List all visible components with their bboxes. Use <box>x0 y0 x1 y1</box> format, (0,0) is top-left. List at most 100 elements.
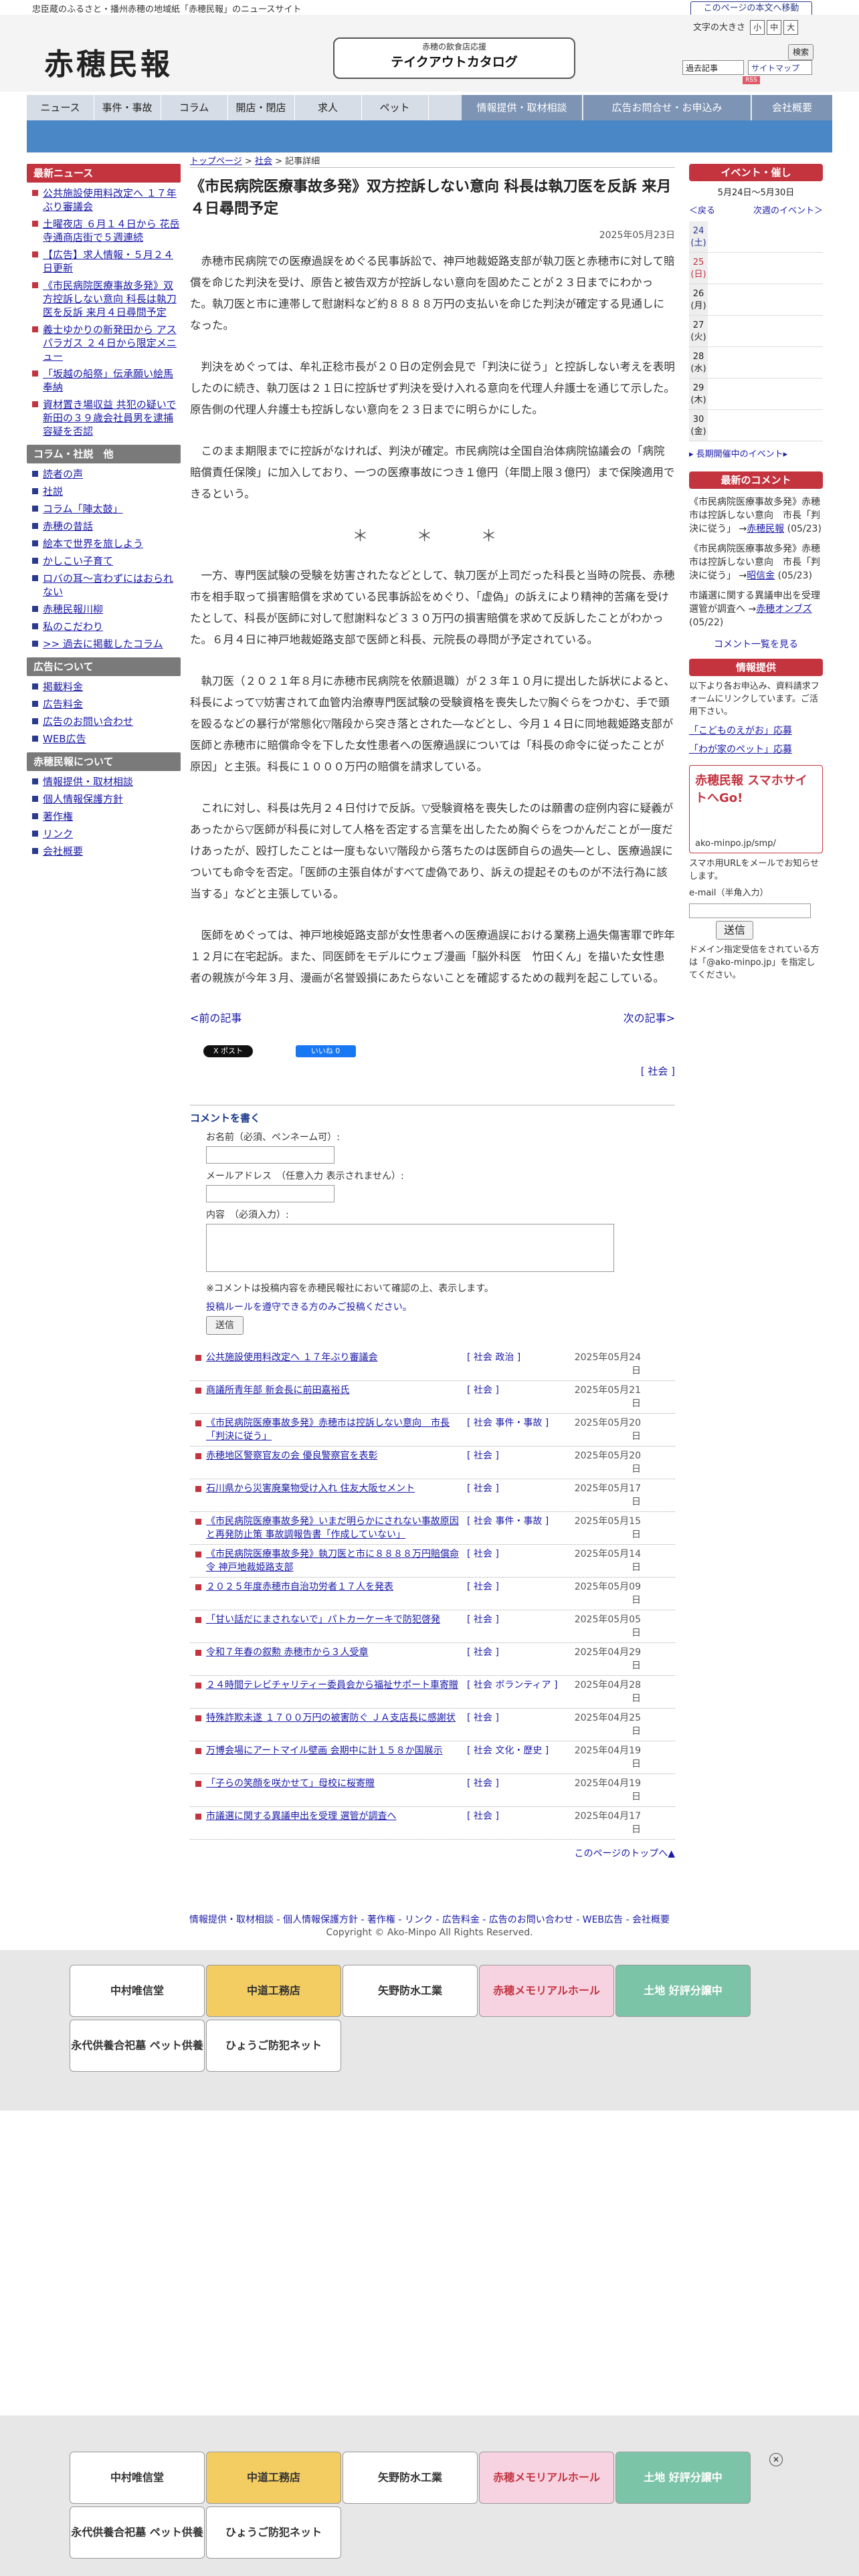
column-item[interactable]: 赤穂の昔話 <box>27 520 181 533</box>
related-title[interactable]: 市議選に関する異議申出を受理 選管が調査へ <box>206 1810 467 1823</box>
related-category[interactable]: [ 社会 ] <box>467 1547 574 1561</box>
nav-openings[interactable]: 開店・閉店 <box>227 95 295 120</box>
close-icon[interactable]: ✕ <box>769 2453 783 2466</box>
calendar-day[interactable]: 25 (日) <box>689 253 823 284</box>
x-post-button[interactable]: X ポスト <box>203 1045 253 1057</box>
ad-banner[interactable]: 矢野防水工業 <box>343 1965 478 2017</box>
related-category[interactable]: [ 社会 ] <box>467 1646 574 1659</box>
nav-tips[interactable]: 情報提供・取材相談 <box>462 95 583 120</box>
nav-news[interactable]: ニュース <box>27 95 94 120</box>
related-category[interactable]: [ 社会 ] <box>467 1482 574 1495</box>
footer-links[interactable]: 情報提供・取材相談 - 個人情報保護方針 - 著作権 - リンク - 広告料金 … <box>0 1913 859 1926</box>
related-category[interactable]: [ 社会 ボランティア ] <box>467 1679 574 1692</box>
events-prev-link[interactable]: ＜戻る <box>689 206 715 216</box>
related-row[interactable]: 「甘い話だにまされないで」パトカーケーキで防犯啓発[ 社会 ] 2025年05月0… <box>190 1610 675 1643</box>
calendar-day[interactable]: 24 (土) <box>689 221 823 253</box>
column-item[interactable]: コラム「陣太鼓」 <box>27 502 181 516</box>
related-title[interactable]: 特殊詐欺未遂 １７００万円の被害防ぐ ＪＡ支店長に感謝状 <box>206 1711 467 1725</box>
recent-comment[interactable]: 《市民病院医療事故多発》赤穂市は控訴しない意向 市長「判決に従う」 →赤穂民報 … <box>689 496 823 536</box>
calendar-day[interactable]: 26 (月) <box>689 284 823 316</box>
related-row[interactable]: 赤穂地区警察官友の会 優良警察官を表彰[ 社会 ] 2025年05月20日 <box>190 1446 675 1479</box>
comment-submit-button[interactable]: 送信 <box>206 1316 244 1335</box>
related-category[interactable]: [ 社会 ] <box>467 1449 574 1463</box>
related-category[interactable]: [ 社会 ] <box>467 1613 574 1626</box>
ad-banner[interactable]: 中道工務店 <box>206 2452 341 2504</box>
related-row[interactable]: 《市民病院医療事故多発》赤穂市は控訴しない意向 市長「判決に従う」[ 社会 事件… <box>190 1414 675 1446</box>
calendar-day[interactable]: 28 (水) <box>689 347 823 379</box>
site-logo[interactable]: 赤穂民報 <box>44 40 173 83</box>
nav-ads[interactable]: 広告お問合せ・お申込み <box>583 95 751 120</box>
related-title[interactable]: 令和７年春の叙勲 赤穂市から３人受章 <box>206 1646 467 1659</box>
ad-banner[interactable]: 永代供養合祀墓 ペット供養 <box>70 2020 205 2072</box>
search-scope-select[interactable]: 過去記事 <box>682 60 744 75</box>
about-item[interactable]: リンク <box>27 827 181 841</box>
latest-news-item[interactable]: 「坂越の船祭」伝承願い絵馬奉納 <box>27 367 181 394</box>
column-item[interactable]: 私のこだわり <box>27 620 181 633</box>
all-comments-button[interactable]: コメント一覧を見る <box>689 637 823 651</box>
related-row[interactable]: 《市民病院医療事故多発》執刀医と市に８８８８万円賠償命令 神戸地裁姫路支部[ 社… <box>190 1545 675 1578</box>
related-category[interactable]: [ 社会 ] <box>467 1810 574 1823</box>
ad-banner[interactable]: 矢野防水工業 <box>343 2452 478 2504</box>
calendar-day[interactable]: 27 (火) <box>689 316 823 347</box>
related-category[interactable]: [ 社会 事件・事故 ] <box>467 1515 574 1528</box>
long-events-link[interactable]: ▸ 長期開催中のイベント▸ <box>689 447 823 459</box>
font-medium-button[interactable]: 中 <box>767 20 782 35</box>
search-button[interactable]: 検索 <box>788 44 814 60</box>
related-row[interactable]: 令和７年春の叙勲 赤穂市から３人受章[ 社会 ] 2025年04月29日 <box>190 1643 675 1676</box>
related-title[interactable]: ２０２５年度赤穂市自治功労者１７人を発表 <box>206 1580 467 1594</box>
latest-news-item[interactable]: 義士ゆかりの新発田から アスパラガス ２４日から限定メニュー <box>27 323 181 363</box>
name-field[interactable] <box>206 1146 335 1164</box>
related-category[interactable]: [ 社会 ] <box>467 1580 574 1594</box>
related-title[interactable]: 万博会場にアートマイル壁画 会期中に計１５８か国展示 <box>206 1744 467 1757</box>
related-row[interactable]: ２０２５年度赤穂市自治功労者１７人を発表[ 社会 ] 2025年05月09日 <box>190 1578 675 1610</box>
related-category[interactable]: [ 社会 ] <box>467 1384 574 1397</box>
column-item[interactable]: ロバの耳〜言わずにはおられない <box>27 572 181 599</box>
mobile-site-banner[interactable]: 赤穂民報 スマホサイトへGo! ako-minpo.jp/smp/ <box>689 765 823 853</box>
comment-author[interactable]: 赤穂民報 <box>747 524 784 534</box>
related-title[interactable]: 赤穂地区警察官友の会 優良警察官を表彰 <box>206 1449 467 1463</box>
nav-pets[interactable]: ペット <box>361 95 429 120</box>
tip-link[interactable]: 「わが家のペット」応募 <box>689 742 823 756</box>
takeout-catalog-banner[interactable]: 赤穂の飲食店応援 テイクアウトカタログ <box>333 37 575 79</box>
ad-banner[interactable]: 中村唯信堂 <box>70 2452 205 2504</box>
related-row[interactable]: 《市民病院医療事故多発》いまだ明らかにされない事故原因と再発防止策 事故調報告書… <box>190 1512 675 1545</box>
mobile-submit-button[interactable]: 送信 <box>716 921 753 940</box>
nav-incidents[interactable]: 事件・事故 <box>94 95 161 120</box>
latest-news-item[interactable]: 資材置き場収益 共犯の疑いで新田の３９歳会社員男を逮捕 容疑を否認 <box>27 398 181 438</box>
related-category[interactable]: [ 社会 政治 ] <box>467 1351 574 1364</box>
back-to-top-link[interactable]: このページのトップへ▲ <box>190 1846 676 1860</box>
latest-news-item[interactable]: 【広告】求人情報・５月２４日更新 <box>27 248 181 275</box>
calendar-day[interactable]: 30 (金) <box>689 410 823 441</box>
tip-link[interactable]: 「こどものえがお」応募 <box>689 724 823 737</box>
breadcrumb-home[interactable]: トップページ <box>190 156 242 167</box>
sitemap-link[interactable]: サイトマップ <box>748 60 812 75</box>
related-row[interactable]: 市議選に関する異議申出を受理 選管が調査へ[ 社会 ] 2025年04月17日 <box>190 1807 675 1840</box>
nav-column[interactable]: コラム <box>161 95 228 120</box>
recent-comment[interactable]: 市議選に関する異議申出を受理 選管が調査へ →赤穂オンブズ (05/22) <box>689 589 823 629</box>
facebook-like-button[interactable]: いいね 0 <box>295 1045 356 1057</box>
related-category[interactable]: [ 社会 事件・事故 ] <box>467 1416 574 1430</box>
prev-article-link[interactable]: <前の記事 <box>190 1009 242 1025</box>
related-category[interactable]: [ 社会 ] <box>467 1711 574 1725</box>
ad-banner[interactable]: ひょうご防犯ネット <box>206 2506 341 2559</box>
related-title[interactable]: 「甘い話だにまされないで」パトカーケーキで防犯啓発 <box>206 1613 467 1626</box>
calendar-day[interactable]: 29 (木) <box>689 379 823 410</box>
comment-textarea[interactable] <box>206 1224 614 1272</box>
rss-icon[interactable]: RSS <box>743 76 760 84</box>
latest-news-item[interactable]: 土曜夜店 ６月１４日から 花岳寺通商店街で５週連続 <box>27 217 181 244</box>
latest-news-item[interactable]: 《市民病院医療事故多発》双方控訴しない意向 科長は執刀医を反訴 来月４日尋問予定 <box>27 279 181 319</box>
about-item[interactable]: 個人情報保護方針 <box>27 792 181 806</box>
related-title[interactable]: 公共施設使用料改定へ １７年ぶり審議会 <box>206 1351 467 1364</box>
related-title[interactable]: 《市民病院医療事故多発》赤穂市は控訴しない意向 市長「判決に従う」 <box>206 1416 467 1443</box>
mobile-email-field[interactable] <box>689 903 811 918</box>
related-title[interactable]: 商議所青年部 新会長に前田嘉裕氏 <box>206 1384 467 1397</box>
comment-author[interactable]: 昭信金 <box>747 570 775 581</box>
email-field[interactable] <box>206 1185 335 1202</box>
ad-info-item[interactable]: 広告料金 <box>27 697 181 711</box>
column-item[interactable]: 社説 <box>27 485 181 498</box>
column-item[interactable]: 読者の声 <box>27 467 181 481</box>
comment-rule-link[interactable]: 投稿ルールを遵守できる方のみご投稿ください。 <box>206 1300 675 1313</box>
related-row[interactable]: ２４時間テレビチャリティー委員会から福祉サポート車寄贈[ 社会 ボランティア ]… <box>190 1676 675 1709</box>
past-columns-link[interactable]: >> 過去に掲載したコラム <box>27 637 181 651</box>
recent-comment[interactable]: 《市民病院医療事故多発》赤穂市は控訴しない意向 市長「判決に従う」 →昭信金 (… <box>689 542 823 582</box>
